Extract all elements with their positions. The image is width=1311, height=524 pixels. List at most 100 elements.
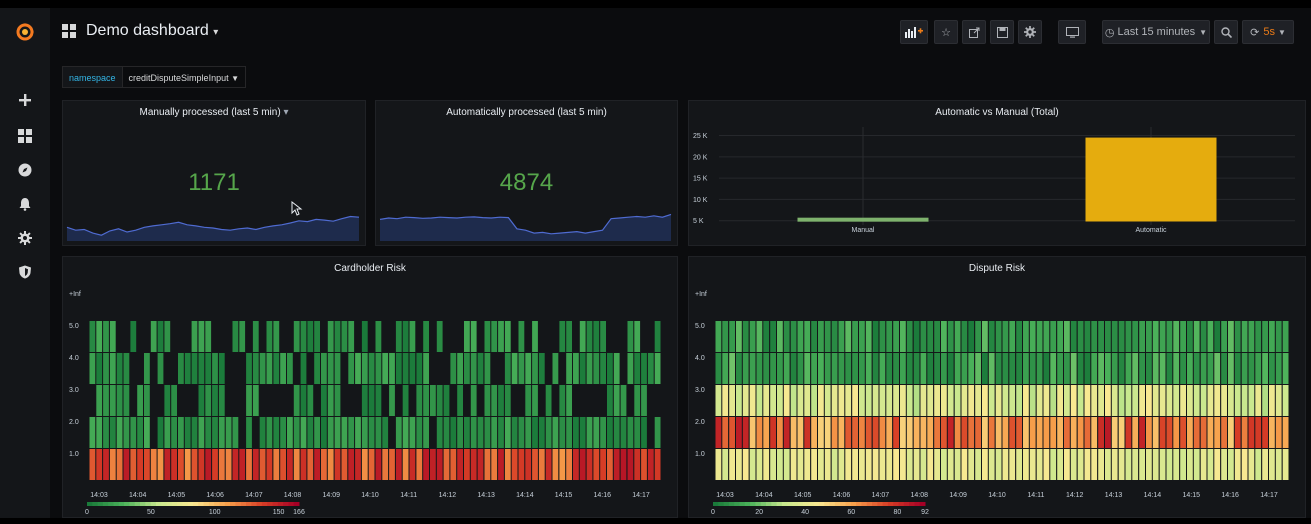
- heatmap-cell: [647, 449, 654, 480]
- refresh-picker[interactable]: ⟳ 5s ▼: [1242, 20, 1294, 44]
- heatmap-cell: [1282, 353, 1289, 384]
- panel-automatically-processed[interactable]: Automatically processed (last 5 min) 487…: [375, 100, 678, 246]
- heatmap-cell: [1077, 385, 1084, 416]
- settings-button[interactable]: [1018, 20, 1042, 44]
- heatmap-cell: [715, 417, 722, 448]
- heatmap-cell: [729, 385, 735, 416]
- heatmap-cell: [1016, 321, 1022, 352]
- legend-gradient-segment: [755, 502, 762, 506]
- legend-gradient-segment: [272, 502, 279, 506]
- heatmap-cell: [641, 385, 647, 416]
- heatmap-cell: [1152, 385, 1159, 416]
- zoom-out-button[interactable]: [1214, 20, 1238, 44]
- heatmap-cell: [252, 385, 259, 416]
- heatmap-cell: [307, 449, 314, 480]
- heatmap-cell: [906, 353, 913, 384]
- heatmap-cell: [416, 385, 423, 416]
- heatmap-cell: [566, 353, 572, 384]
- heatmap-cell: [1221, 417, 1227, 448]
- heatmap-cell: [375, 321, 382, 352]
- x-tick-label: 14:15: [555, 492, 573, 499]
- grafana-logo-icon[interactable]: [15, 22, 35, 42]
- dashboards-icon[interactable]: [15, 126, 35, 146]
- heatmap-cell: [1139, 385, 1145, 416]
- heatmap-cell: [273, 417, 280, 448]
- legend-gradient-segment: [161, 502, 167, 506]
- heatmap-cell: [831, 353, 838, 384]
- shield-icon[interactable]: [15, 262, 35, 282]
- heatmap-cell: [1009, 321, 1016, 352]
- heatmap-cell: [879, 353, 886, 384]
- explore-compass-icon[interactable]: [15, 160, 35, 180]
- x-tick-label: 14:04: [755, 492, 773, 499]
- heatmap-cell: [859, 417, 865, 448]
- heatmap: +Inf 5.0 4.0 3.0 2.0 1.0 14:03 14:04 14:05 14:06 1…: [695, 291, 1289, 516]
- time-range-picker[interactable]: ◷ Last 15 minutes ▼: [1102, 20, 1210, 44]
- add-panel-icon: [905, 27, 923, 38]
- heatmap-cell: [968, 385, 975, 416]
- heatmap-cell: [1173, 449, 1180, 480]
- heatmap-cell: [1146, 321, 1152, 352]
- heatmap-cell: [280, 449, 286, 480]
- heatmap-cell: [627, 449, 634, 480]
- heatmap-cell: [470, 321, 477, 352]
- heatmap-cell: [941, 321, 947, 352]
- heatmap-cell: [1228, 417, 1234, 448]
- star-button[interactable]: ☆: [934, 20, 958, 44]
- plus-icon[interactable]: [15, 90, 35, 110]
- heatmap-cell: [995, 321, 1002, 352]
- heatmap-cell: [484, 449, 491, 480]
- heatmap-cell: [361, 385, 368, 416]
- heatmap-cell: [1166, 385, 1173, 416]
- legend-tick-label: 0: [85, 509, 89, 516]
- heatmap-cell: [1002, 321, 1009, 352]
- heatmap-cell: [1200, 449, 1207, 480]
- heatmap-cell: [198, 353, 205, 384]
- variable-dropdown[interactable]: creditDisputeSimpleInput ▼: [122, 66, 247, 88]
- heatmap-cell: [920, 449, 927, 480]
- share-icon: [968, 27, 979, 38]
- heatmap-cell: [348, 353, 355, 384]
- heatmap-cell: [368, 385, 375, 416]
- heatmap-cell: [824, 449, 831, 480]
- panel-dispute-risk[interactable]: Dispute Risk +Inf 5.0 4.0 3.0 2.0 1.0 14:03 14:…: [688, 256, 1306, 518]
- heatmap-cell: [1023, 385, 1029, 416]
- heatmap-cell: [900, 385, 906, 416]
- tv-mode-button[interactable]: [1058, 20, 1086, 44]
- alerting-bell-icon[interactable]: [15, 194, 35, 214]
- x-tick-label: 14:06: [833, 492, 851, 499]
- heatmap-cell: [607, 353, 613, 384]
- save-button[interactable]: [990, 20, 1014, 44]
- heatmap-cell: [927, 385, 934, 416]
- heatmap-cell: [634, 353, 641, 384]
- heatmap-cell: [1023, 449, 1029, 480]
- heatmap-cell: [872, 385, 879, 416]
- panel-manually-processed[interactable]: Manually processed (last 5 min) ▾ 1171: [62, 100, 366, 246]
- y-tick-label: 2.0: [69, 419, 79, 426]
- heatmap-cell: [205, 353, 212, 384]
- heatmap-cell: [218, 417, 225, 448]
- heatmap-cell: [1070, 385, 1077, 416]
- legend-tick-label: 20: [755, 509, 763, 516]
- configuration-gear-icon[interactable]: [15, 228, 35, 248]
- side-nav: [0, 8, 50, 518]
- dashboard-title-picker[interactable]: Demo dashboard ▾: [86, 22, 218, 40]
- panel-cardholder-risk[interactable]: Cardholder Risk +Inf 5.0 4.0 3.0 2.0 1.0 14:03…: [62, 256, 678, 518]
- panel-automatic-vs-manual[interactable]: Automatic vs Manual (Total) 5 K 10 K 15 K2…: [688, 100, 1306, 246]
- heatmap-cell: [859, 385, 865, 416]
- x-tick-label: 14:05: [168, 492, 186, 499]
- heatmap-cell: [416, 353, 423, 384]
- heatmap-cell: [886, 353, 893, 384]
- add-panel-button[interactable]: [900, 20, 928, 44]
- heatmap-cell: [824, 321, 831, 352]
- heatmap-cell: [1077, 449, 1084, 480]
- share-button[interactable]: [962, 20, 986, 44]
- heatmap-cell: [736, 449, 742, 480]
- heatmap-cell: [790, 353, 797, 384]
- heatmap-cell: [218, 449, 225, 480]
- heatmap-cell: [96, 321, 103, 352]
- heatmap-cell: [450, 417, 457, 448]
- heatmap-cell: [968, 353, 975, 384]
- heatmap-cell: [103, 385, 109, 416]
- heatmap-cell: [982, 353, 988, 384]
